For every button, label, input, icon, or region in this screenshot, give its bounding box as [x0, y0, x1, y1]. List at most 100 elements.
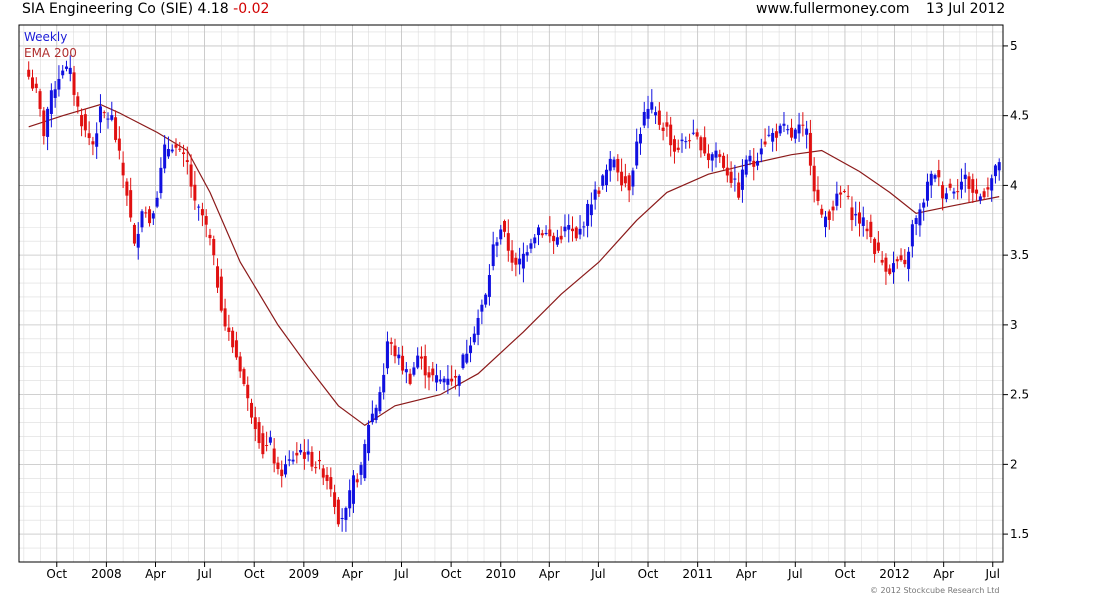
candle-body [729, 171, 733, 183]
candle-body [144, 212, 148, 214]
chart: SIA Engineering Co (SIE) 4.18 -0.02 www.… [0, 0, 1100, 600]
candle-body [442, 378, 446, 383]
candle-body [865, 228, 869, 232]
candle-body [106, 118, 110, 120]
candle-body [484, 294, 488, 305]
candle-body [401, 355, 405, 371]
candle-body [510, 250, 514, 263]
y-tick-label: 4.5 [1010, 109, 1029, 123]
candle-body [344, 507, 348, 520]
candle-body [657, 110, 661, 125]
candle-body [503, 220, 507, 232]
candle-body [786, 129, 790, 131]
candle-body [223, 308, 227, 327]
candle-body [246, 384, 250, 399]
candle-body [261, 433, 265, 455]
candle-body [771, 132, 775, 142]
candle-body [722, 155, 726, 168]
candle-body [265, 445, 269, 447]
candle-body [291, 459, 295, 462]
candle-body [461, 354, 465, 369]
candle-body [170, 149, 174, 152]
candle-body [612, 159, 616, 168]
candle-body [635, 141, 639, 166]
candle-body [185, 160, 189, 162]
y-tick-label: 1.5 [1010, 527, 1029, 541]
candle-body [891, 263, 895, 273]
candle-body [627, 175, 631, 191]
candle-body [295, 452, 299, 456]
candle-body [506, 233, 510, 251]
candle-body [744, 159, 748, 175]
candle-body [151, 213, 155, 219]
candle-body [98, 106, 102, 123]
candle-body [695, 132, 699, 137]
candle-body [699, 137, 703, 151]
candle-body [684, 141, 688, 143]
candle-body [359, 465, 363, 475]
candle-body [268, 437, 272, 443]
ema-200-line [28, 103, 1000, 427]
y-tick-label: 3 [1010, 318, 1018, 332]
candle-body [348, 490, 352, 509]
candle-body [529, 243, 533, 249]
candle-body [91, 141, 95, 145]
candle-body [914, 218, 918, 225]
candle-body [121, 162, 125, 176]
candle-body [665, 122, 669, 127]
candle-body [197, 206, 201, 208]
candle-body [733, 178, 737, 180]
candle-body [895, 259, 899, 262]
x-tick-label: Oct [638, 567, 659, 581]
candle-body [922, 202, 926, 208]
candle-body [469, 345, 473, 354]
candle-body [858, 212, 861, 224]
x-tick-label: Oct [835, 567, 856, 581]
plot-border [18, 24, 1004, 563]
candle-body [136, 233, 140, 248]
candle-body [567, 225, 571, 230]
candle-body [718, 154, 722, 157]
candle-body [117, 138, 121, 151]
candle-body [355, 479, 359, 483]
candle-body [457, 375, 461, 386]
candle-body [854, 214, 858, 216]
candle-body [646, 108, 650, 119]
candle-body [559, 235, 563, 240]
candle-body [204, 216, 208, 225]
candle-body [238, 356, 242, 372]
candle-body [480, 304, 484, 312]
candle-body [616, 158, 620, 173]
x-tick-label: Apr [145, 567, 166, 581]
candle-body [774, 131, 778, 138]
candle-body [140, 211, 144, 228]
candle-body [30, 77, 34, 89]
copyright-notice: © 2012 Stockcube Research Ltd [870, 586, 1000, 595]
candle-body [956, 191, 960, 193]
candle-body [967, 176, 971, 189]
x-tick-label: 2008 [91, 567, 122, 581]
candle-body [986, 187, 990, 190]
candle-body [676, 147, 680, 150]
candle-body [808, 132, 812, 166]
candle-body [487, 275, 491, 297]
candle-body [393, 345, 397, 357]
candle-body [737, 182, 741, 198]
candle-body [944, 193, 948, 200]
candle-body [623, 176, 627, 184]
x-tick-label: 2009 [289, 567, 320, 581]
candle-body [340, 517, 344, 519]
candle-body [563, 226, 567, 232]
candle-body [831, 206, 835, 211]
candle-body [680, 139, 684, 142]
x-tick-label: Jul [787, 567, 802, 581]
candle-body [839, 192, 843, 195]
candle-body [959, 181, 963, 190]
candle-body [453, 376, 457, 378]
candle-body [593, 189, 597, 200]
x-tick-label: Apr [342, 567, 363, 581]
candle-body [495, 242, 499, 246]
candle-body [250, 402, 254, 418]
candle-body [910, 224, 914, 247]
candle-body [450, 378, 454, 382]
